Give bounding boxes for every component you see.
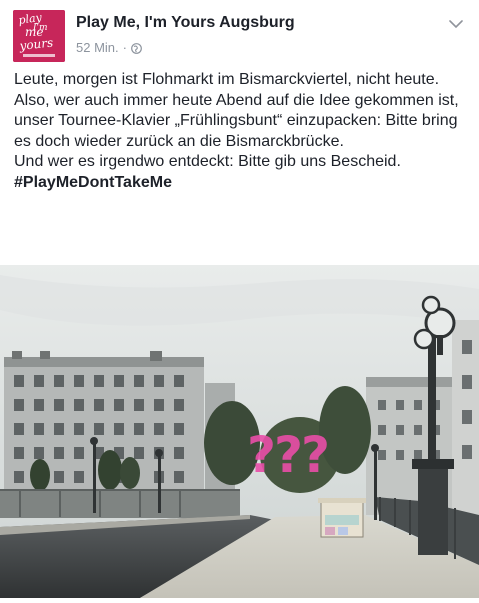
post-photo[interactable]: ??? [0, 265, 479, 598]
post-meta: 52 Min. · [76, 40, 142, 55]
post-header: play me I'm yours Play Me, I'm Yours Aug… [0, 0, 479, 66]
page-avatar[interactable]: play me I'm yours [13, 10, 65, 62]
globe-icon [131, 42, 142, 54]
piano [318, 498, 366, 538]
meta-separator: · [122, 40, 127, 55]
post-paragraph: Leute, morgen ist Flohmarkt im Bismarckv… [14, 71, 459, 150]
post-timestamp[interactable]: 52 Min. [76, 40, 119, 55]
hashtag-link[interactable]: #PlayMeDontTakeMe [14, 173, 469, 194]
photo-question-marks: ??? [247, 426, 328, 484]
page-name-link[interactable]: Play Me, I'm Yours Augsburg [76, 14, 295, 32]
post-text: Leute, morgen ist Flohmarkt im Bismarckv… [14, 70, 469, 193]
svg-text:I'm: I'm [32, 23, 48, 33]
chevron-down-icon[interactable] [449, 16, 463, 29]
post-paragraph: Und wer es irgendwo entdeckt: Bitte gib … [14, 153, 401, 170]
